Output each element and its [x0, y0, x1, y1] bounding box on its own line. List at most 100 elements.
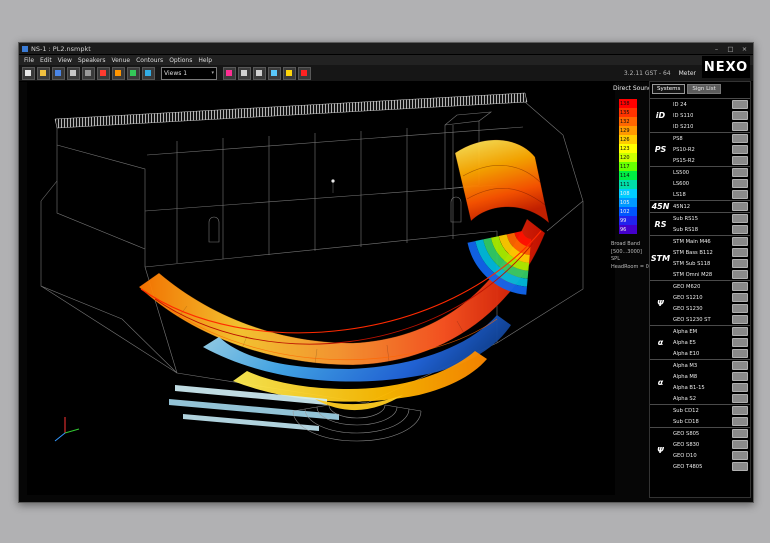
speaker-item[interactable]: STM Omni M28	[671, 269, 750, 280]
menu-contours[interactable]: Contours	[133, 57, 166, 64]
close-button[interactable]: ×	[739, 44, 750, 54]
venue-3d-viewport[interactable]	[27, 81, 615, 495]
speaker-thumbnail	[732, 361, 748, 370]
speaker-item[interactable]: LS600	[671, 178, 750, 189]
mapping-icon[interactable]	[142, 67, 155, 80]
speaker-item[interactable]: GEO S1230 ST	[671, 314, 750, 325]
speaker-item[interactable]: GEO S1230	[671, 303, 750, 314]
array-icon[interactable]	[112, 67, 125, 80]
speaker-item[interactable]: ID 24	[671, 99, 750, 110]
legend-cell: 123	[619, 144, 637, 153]
speaker-item[interactable]: ID S210	[671, 121, 750, 132]
brand-logo	[650, 167, 671, 200]
titlebar[interactable]: NS-1 : PL2.nsmpkt – □ ×	[19, 43, 753, 55]
speaker-label: ID S210	[673, 124, 693, 130]
tab-sign-list[interactable]: Sign List	[687, 84, 720, 94]
minimize-button[interactable]: –	[711, 44, 722, 54]
speaker-item[interactable]: LS18	[671, 189, 750, 200]
zoom-in-icon[interactable]	[238, 67, 251, 80]
speaker-item[interactable]: GEO D10	[671, 450, 750, 461]
speaker-item[interactable]: GEO S830	[671, 439, 750, 450]
axis-triad-icon	[55, 417, 79, 441]
new-file-icon-glyph	[25, 70, 31, 76]
speaker-section: ΨGEO S805GEO S830GEO D10GEO T4805	[650, 427, 750, 472]
speaker-item[interactable]: ID S110	[671, 110, 750, 121]
speaker-rows: Alpha M3 Alpha M8 Alpha B1-15Alpha S2	[671, 360, 750, 404]
speaker-icon[interactable]	[97, 67, 110, 80]
speaker-thumbnail	[732, 406, 748, 415]
spl-coverage-fan	[471, 232, 530, 291]
brand-logo-α: α	[650, 326, 671, 359]
speaker-label: LS18	[673, 192, 686, 198]
maximize-button[interactable]: □	[725, 44, 736, 54]
systems-panel: Systems Sign List iDID 24 ID S110 ID S210 P…	[649, 81, 751, 498]
speaker-item[interactable]: Sub RS18	[671, 224, 750, 235]
legend-footer: Broad Band [500...3000] SPL HeadRoom = 0	[611, 241, 649, 271]
venue-icon[interactable]	[127, 67, 140, 80]
menu-help[interactable]: Help	[195, 57, 215, 64]
info-icon[interactable]	[298, 67, 311, 80]
new-file-icon[interactable]	[22, 67, 35, 80]
speaker-item[interactable]: Sub CD18	[671, 416, 750, 427]
speaker-marker[interactable]	[331, 179, 334, 193]
speaker-item[interactable]: GEO T4805	[671, 461, 750, 472]
speaker-item[interactable]: Alpha E5	[671, 337, 750, 348]
speaker-item[interactable]: PS15-R2	[671, 155, 750, 166]
menu-file[interactable]: File	[21, 57, 37, 64]
legend-cell: 138	[619, 99, 637, 108]
venue-3d-view[interactable]	[27, 81, 615, 495]
zoom-out-icon[interactable]	[253, 67, 266, 80]
views-dropdown[interactable]: Views 1 ▾	[161, 67, 217, 80]
speaker-item[interactable]: Sub CD12	[671, 405, 750, 416]
open-icon[interactable]	[37, 67, 50, 80]
speaker-item[interactable]: Alpha EM	[671, 326, 750, 337]
menu-speakers[interactable]: Speakers	[75, 57, 109, 64]
speaker-label: Alpha M8	[673, 374, 697, 380]
menu-venue[interactable]: Venue	[108, 57, 133, 64]
speaker-item[interactable]: Sub RS15	[671, 213, 750, 224]
brand-logo-α: α	[650, 360, 671, 404]
speaker-item[interactable]: Alpha M3	[671, 360, 750, 371]
speaker-item[interactable]: Alpha B1-15	[671, 382, 750, 393]
rotate-view-icon[interactable]	[268, 67, 281, 80]
speaker-section: LS500LS600 LS18	[650, 166, 750, 200]
print-icon[interactable]	[67, 67, 80, 80]
toolbar: Views 1 ▾ 3.2.11 GST - 64 Meter	[19, 65, 753, 82]
legend-cell: 132	[619, 117, 637, 126]
legend-cell: 102	[619, 207, 637, 216]
speaker-item[interactable]: PS8	[671, 133, 750, 144]
speaker-item[interactable]: PS10-R2	[671, 144, 750, 155]
menu-options[interactable]: Options	[166, 57, 195, 64]
speaker-item[interactable]: STM Bass B112	[671, 247, 750, 258]
speaker-item[interactable]: Alpha M8	[671, 371, 750, 382]
speaker-item[interactable]: STM Sub S118	[671, 258, 750, 269]
speaker-section: αAlpha EMAlpha E5 Alpha E10	[650, 325, 750, 359]
speaker-label: STM Bass B112	[673, 250, 713, 256]
speaker-item[interactable]: LS500	[671, 167, 750, 178]
speaker-label: ID S110	[673, 113, 693, 119]
speaker-label: Alpha E10	[673, 351, 699, 357]
speaker-item[interactable]: Alpha S2	[671, 393, 750, 404]
speaker-thumbnail	[732, 462, 748, 471]
speaker-item[interactable]: GEO S1210	[671, 292, 750, 303]
speaker-item[interactable]: GEO S805	[671, 428, 750, 439]
speaker-rows: LS500LS600 LS18	[671, 167, 750, 200]
tab-systems[interactable]: Systems	[652, 84, 685, 94]
speaker-thumbnail	[732, 304, 748, 313]
legend-value: 108	[620, 191, 630, 197]
menu-view[interactable]: View	[55, 57, 75, 64]
measure-icon[interactable]	[283, 67, 296, 80]
meter-button[interactable]: Meter	[679, 70, 696, 77]
speaker-item[interactable]: Alpha E10	[671, 348, 750, 359]
legend-value: 138	[620, 101, 630, 107]
speaker-item[interactable]: 45N12	[671, 201, 750, 212]
copy-icon[interactable]	[82, 67, 95, 80]
speaker-item[interactable]: GEO M620	[671, 281, 750, 292]
menu-edit[interactable]: Edit	[37, 57, 55, 64]
save-icon[interactable]	[52, 67, 65, 80]
speaker-thumbnail	[732, 282, 748, 291]
speaker-item[interactable]: STM Main M46	[671, 236, 750, 247]
brand-logo-id: iD	[650, 99, 671, 132]
contours-icon[interactable]	[223, 67, 236, 80]
speaker-icon-glyph	[100, 70, 106, 76]
